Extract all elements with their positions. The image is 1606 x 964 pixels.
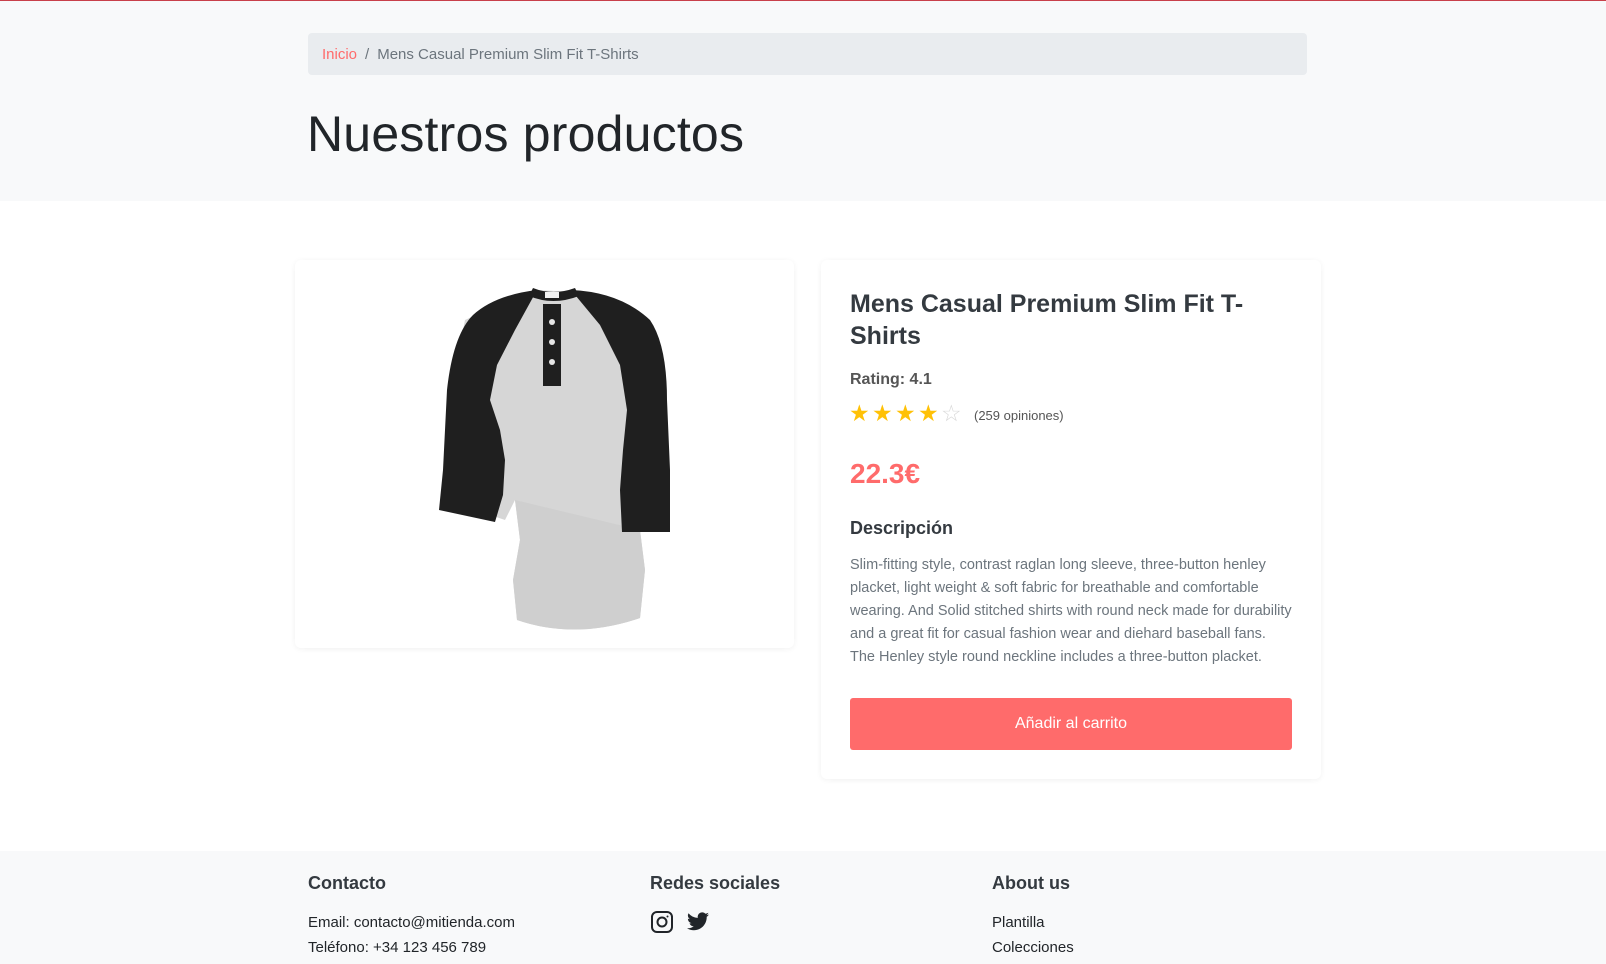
instagram-icon[interactable] (650, 910, 674, 934)
site-footer: Contacto Email: contacto@mitienda.com Te… (0, 851, 1606, 964)
contact-phone: Teléfono: +34 123 456 789 (308, 939, 487, 956)
product-image-card (295, 260, 794, 648)
footer-about-heading: About us (992, 873, 1070, 893)
footer-about: About us Plantilla Colecciones (992, 873, 1074, 960)
breadcrumb-home-link[interactable]: Inicio (322, 46, 357, 63)
about-link-plantilla[interactable]: Plantilla (992, 910, 1074, 935)
breadcrumb: Inicio / Mens Casual Premium Slim Fit T-… (308, 33, 1307, 75)
breadcrumb-current: Mens Casual Premium Slim Fit T-Shirts (377, 45, 639, 63)
page-title: Nuestros productos (307, 106, 745, 162)
product-description: Slim-fitting style, contrast raglan long… (850, 557, 1292, 665)
star-filled-icon: ★ (872, 400, 893, 426)
social-icons (650, 910, 780, 934)
twitter-icon[interactable] (686, 910, 710, 934)
footer-social: Redes sociales (650, 873, 780, 934)
product-info-card: Mens Casual Premium Slim Fit T-Shirts Ra… (821, 260, 1321, 779)
breadcrumb-separator: / (365, 45, 370, 63)
description-heading: Descripción (850, 518, 954, 538)
footer-contact-heading: Contacto (308, 873, 386, 893)
star-filled-icon: ★ (895, 400, 916, 426)
star-filled-icon: ★ (849, 400, 870, 426)
contact-email: Email: contacto@mitienda.com (308, 914, 515, 931)
product-title: Mens Casual Premium Slim Fit T-Shirts (850, 290, 1244, 350)
rating-label: Rating: 4.1 (850, 371, 932, 388)
add-to-cart-button[interactable]: Añadir al carrito (850, 698, 1292, 750)
star-empty-icon: ☆ (941, 400, 962, 426)
product-price: 22.3€ (850, 458, 921, 489)
product-image (439, 288, 670, 630)
star-filled-icon: ★ (918, 400, 939, 426)
footer-social-heading: Redes sociales (650, 873, 781, 893)
about-link-colecciones[interactable]: Colecciones (992, 935, 1074, 960)
page-header: Inicio / Mens Casual Premium Slim Fit T-… (0, 1, 1606, 201)
review-count: (259 opiniones) (974, 408, 1064, 423)
star-rating: ★ ★ ★ ★ ☆ (259 opiniones) (849, 402, 1064, 425)
footer-contact: Contacto Email: contacto@mitienda.com Te… (308, 873, 515, 960)
